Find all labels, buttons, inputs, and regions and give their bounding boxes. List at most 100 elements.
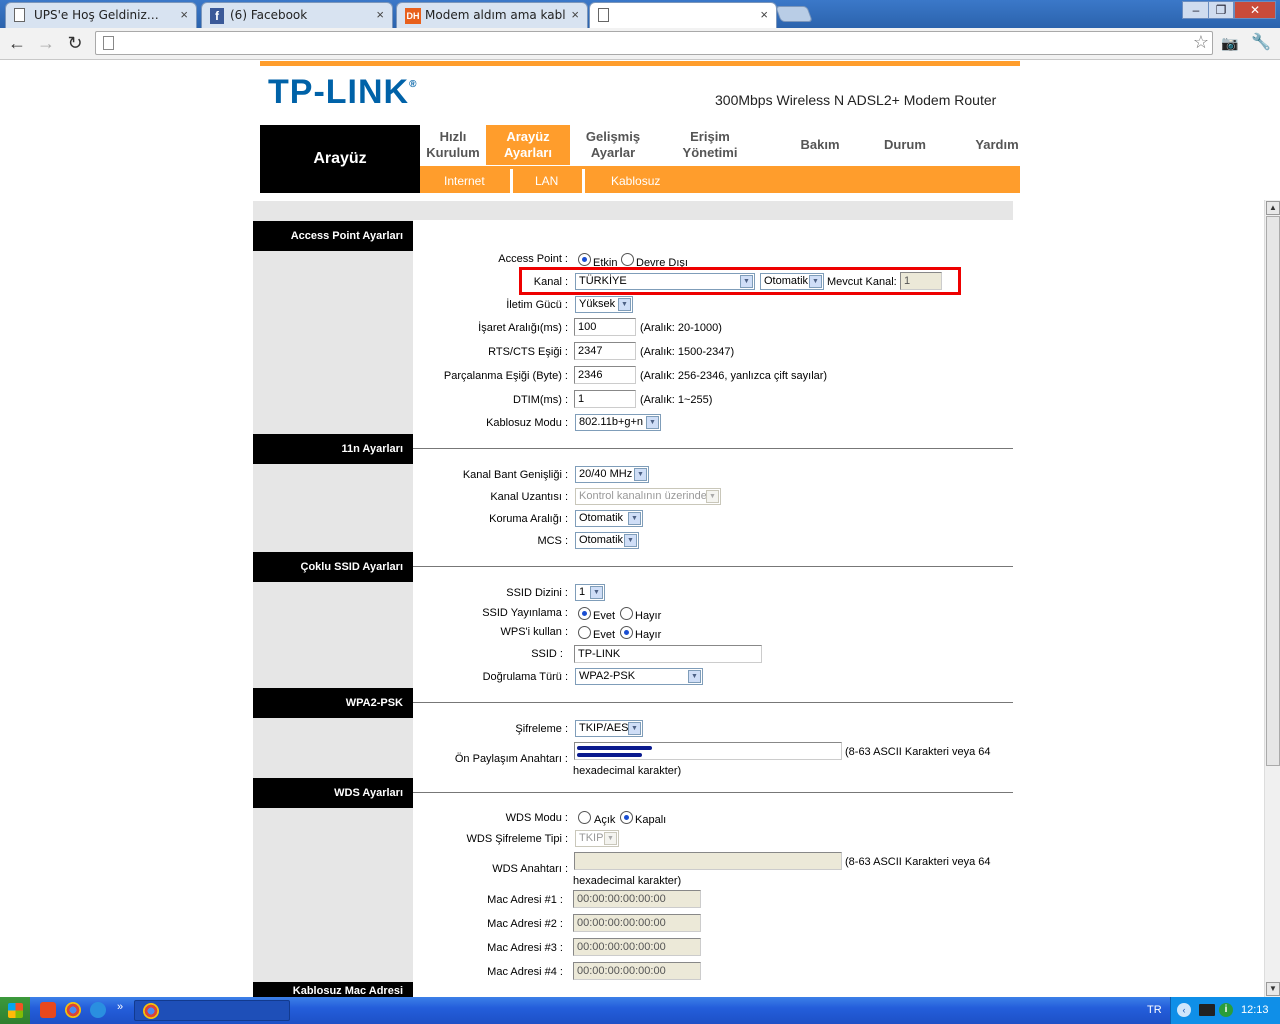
- scroll-down-icon[interactable]: ▼: [1266, 982, 1280, 996]
- scroll-thumb[interactable]: [1266, 216, 1280, 766]
- psk-input[interactable]: [574, 742, 842, 760]
- tab-close-icon[interactable]: ×: [180, 7, 188, 22]
- new-tab-button[interactable]: [775, 6, 813, 22]
- frag-input[interactable]: 2346: [574, 366, 636, 384]
- beacon-input[interactable]: 100: [574, 318, 636, 336]
- wps-label: WPS'i kullan :: [500, 626, 568, 638]
- start-button[interactable]: [0, 997, 30, 1024]
- page-icon: [598, 8, 609, 22]
- tab-close-icon[interactable]: ×: [571, 7, 579, 22]
- wds-closed-radio[interactable]: [620, 811, 633, 824]
- tab-facebook[interactable]: f (6) Facebook ×: [201, 2, 393, 28]
- broadcast-label: SSID Yayınlama :: [482, 607, 568, 619]
- access-point-off-radio[interactable]: [621, 253, 634, 266]
- address-bar[interactable]: ☆: [95, 31, 1213, 55]
- guard-select[interactable]: Otomatik ▼: [575, 510, 643, 527]
- scroll-up-icon[interactable]: ▲: [1266, 201, 1280, 215]
- mac3-input[interactable]: 00:00:00:00:00:00: [573, 938, 701, 956]
- power-select[interactable]: Yüksek ▼: [575, 296, 633, 313]
- radio-label: Kapalı: [635, 814, 667, 826]
- radio-label: Evet: [593, 629, 616, 641]
- chevron-down-icon: ▼: [688, 670, 701, 683]
- wps-yes-radio[interactable]: [578, 626, 591, 639]
- close-window-button[interactable]: ✕: [1234, 1, 1276, 19]
- beacon-hint: (Aralık: 20-1000): [640, 322, 722, 334]
- maximize-button[interactable]: ❐: [1208, 1, 1234, 19]
- tab-donanimhaber[interactable]: DH Modem aldım ama kablosuz o ×: [396, 2, 588, 28]
- psk-label: Ön Paylaşım Anahtarı :: [454, 753, 568, 765]
- radio-label: Hayır: [635, 610, 662, 622]
- access-point-on-radio[interactable]: [578, 253, 591, 266]
- forward-icon[interactable]: →: [35, 32, 57, 54]
- clock[interactable]: 12:13: [1241, 1004, 1269, 1016]
- more-icon[interactable]: »: [117, 1001, 123, 1013]
- taskbar-chrome-window[interactable]: [134, 1000, 290, 1021]
- rts-input[interactable]: 2347: [574, 342, 636, 360]
- minimize-button[interactable]: –: [1182, 1, 1210, 19]
- submenu-internet[interactable]: Internet: [444, 174, 485, 188]
- menu-interface-settings[interactable]: Arayüz Ayarları: [486, 125, 570, 165]
- broadcast-no-radio[interactable]: [620, 607, 633, 620]
- chevron-down-icon: ▼: [646, 416, 659, 429]
- mcs-label: MCS :: [537, 535, 568, 547]
- chevron-down-icon: ▼: [618, 298, 631, 311]
- internet-explorer-icon[interactable]: [90, 1002, 106, 1018]
- mac4-input[interactable]: 00:00:00:00:00:00: [573, 962, 701, 980]
- dtim-hint: (Aralık: 1~255): [640, 394, 713, 406]
- auth-select[interactable]: WPA2-PSK ▼: [575, 668, 703, 685]
- tray-expand-icon[interactable]: ‹: [1177, 1003, 1191, 1017]
- ssid-input[interactable]: TP-LINK: [574, 645, 762, 663]
- dtim-input[interactable]: 1: [574, 390, 636, 408]
- mac1-input[interactable]: 00:00:00:00:00:00: [573, 890, 701, 908]
- reload-icon[interactable]: ↻: [64, 32, 86, 54]
- wireless-mode-select[interactable]: 802.11b+g+n ▼: [575, 414, 661, 431]
- divider: [413, 448, 1013, 449]
- back-icon[interactable]: ←: [6, 32, 28, 54]
- section-access-point: Access Point Ayarları: [253, 221, 413, 251]
- mac3-label: Mac Adresi #3 :: [487, 942, 563, 954]
- divider: [413, 702, 1013, 703]
- chevron-down-icon: ▼: [628, 512, 641, 525]
- encryption-select[interactable]: TKIP/AES ▼: [575, 720, 643, 737]
- wds-open-radio[interactable]: [578, 811, 591, 824]
- section-multi-ssid: Çoklu SSID Ayarları: [253, 552, 413, 582]
- extension-select[interactable]: Kontrol kanalının üzerinde ▼: [575, 488, 721, 505]
- radio-label: Hayır: [635, 629, 662, 641]
- broadcast-yes-radio[interactable]: [578, 607, 591, 620]
- mac2-input[interactable]: 00:00:00:00:00:00: [573, 914, 701, 932]
- ssid-index-select[interactable]: 1 ▼: [575, 584, 605, 601]
- menu-maintenance[interactable]: Bakım: [780, 125, 860, 165]
- chevron-down-icon: ▼: [604, 832, 617, 845]
- menu-access-management[interactable]: Erişim Yönetimi: [662, 125, 758, 165]
- router-page: TP-LINK® 300Mbps Wireless N ADSL2+ Modem…: [0, 61, 1264, 997]
- submenu-lan[interactable]: LAN: [535, 174, 558, 188]
- submenu-divider: [582, 169, 585, 193]
- chrome-icon[interactable]: [65, 1002, 81, 1018]
- tab-close-icon[interactable]: ×: [760, 7, 768, 22]
- menu-help[interactable]: Yardım: [955, 125, 1039, 165]
- tab-router[interactable]: ×: [589, 2, 777, 28]
- language-indicator[interactable]: TR: [1147, 1004, 1162, 1016]
- info-icon[interactable]: i: [1219, 1003, 1233, 1017]
- encryption-label: Şifreleme :: [515, 723, 568, 735]
- wrench-icon[interactable]: 🔧: [1250, 32, 1272, 54]
- bookmark-star-icon[interactable]: ☆: [1193, 32, 1209, 53]
- wds-enc-select[interactable]: TKIP ▼: [575, 830, 619, 847]
- wps-no-radio[interactable]: [620, 626, 633, 639]
- mcs-select[interactable]: Otomatik ▼: [575, 532, 639, 549]
- windows-taskbar: » TR ‹ i 12:13: [0, 997, 1280, 1024]
- downloader-icon[interactable]: [40, 1002, 56, 1018]
- network-icon[interactable]: [1199, 1004, 1215, 1016]
- menu-quick-setup[interactable]: Hızlı Kurulum: [420, 125, 486, 165]
- tab-close-icon[interactable]: ×: [376, 7, 384, 22]
- submenu-wireless[interactable]: Kablosuz: [611, 174, 660, 188]
- tab-ups[interactable]: UPS'e Hoş Geldiniz… ×: [5, 2, 197, 28]
- rts-hint: (Aralık: 1500-2347): [640, 346, 735, 358]
- bandwidth-select[interactable]: 20/40 MHz ▼: [575, 466, 649, 483]
- camera-icon[interactable]: 📷: [1219, 32, 1241, 54]
- menu-advanced[interactable]: Gelişmiş Ayarlar: [572, 125, 654, 165]
- radio-label: Açık: [594, 814, 616, 826]
- page-scrollbar[interactable]: ▲ ▼: [1264, 200, 1280, 997]
- wds-key-input[interactable]: [574, 852, 842, 870]
- menu-status[interactable]: Durum: [866, 125, 944, 165]
